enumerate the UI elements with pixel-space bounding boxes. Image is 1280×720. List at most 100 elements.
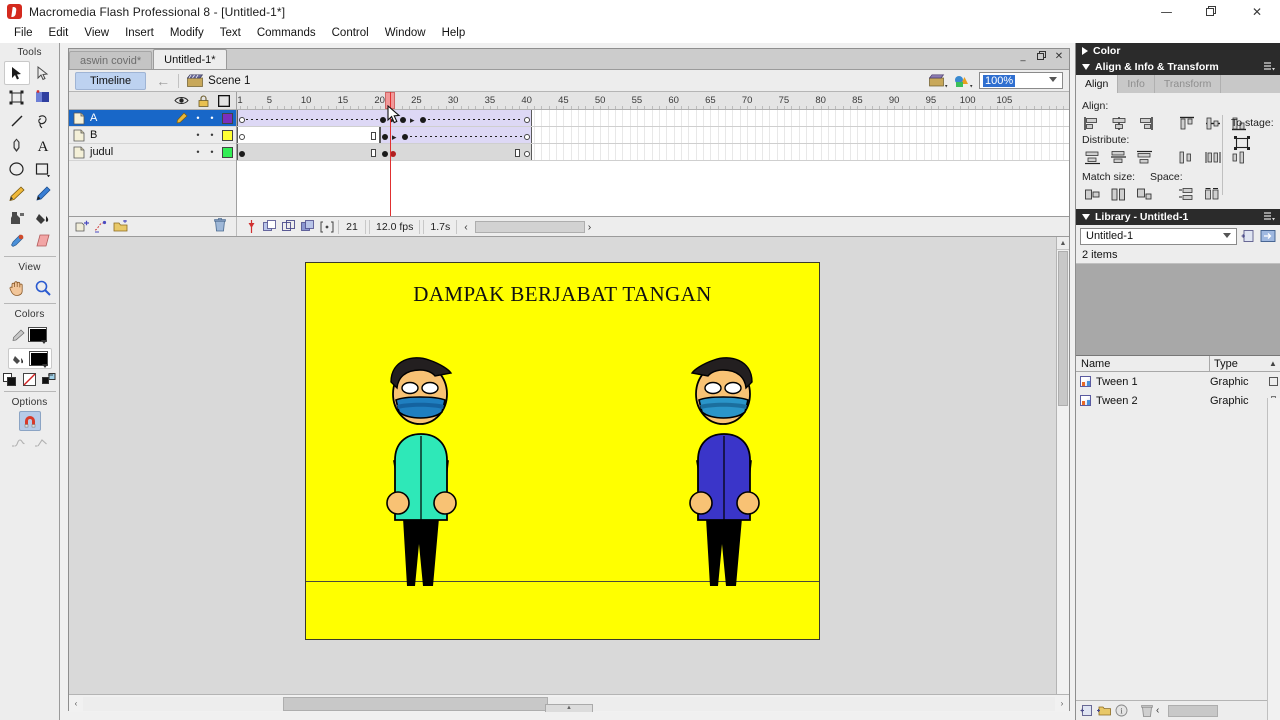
frame-cell[interactable] bbox=[967, 127, 969, 143]
frame-cell[interactable] bbox=[850, 110, 852, 126]
frame-cell[interactable] bbox=[578, 127, 580, 143]
frame-cell[interactable] bbox=[1048, 110, 1050, 126]
fill-color-swatch[interactable] bbox=[28, 351, 48, 368]
frame-cell[interactable] bbox=[908, 144, 910, 160]
subselection-tool[interactable] bbox=[30, 61, 56, 85]
frame-cell[interactable] bbox=[1048, 144, 1050, 160]
library-bottom-scrollbar[interactable]: ‹ › bbox=[1156, 704, 1276, 717]
eye-icon[interactable] bbox=[174, 95, 189, 106]
frame-cell[interactable] bbox=[842, 127, 844, 143]
frame-cell[interactable] bbox=[548, 127, 550, 143]
frame-cell[interactable] bbox=[989, 110, 991, 126]
frame-cell[interactable] bbox=[1063, 127, 1065, 143]
frame-cell[interactable] bbox=[1055, 110, 1057, 126]
restore-button[interactable] bbox=[1189, 0, 1234, 23]
frame-cell[interactable] bbox=[614, 144, 616, 160]
frame-cell[interactable] bbox=[828, 110, 829, 126]
collapse-arrow-icon[interactable] bbox=[1082, 64, 1090, 70]
frame-cell[interactable] bbox=[894, 127, 896, 143]
frame-cell[interactable] bbox=[813, 110, 815, 126]
frame-cell[interactable] bbox=[982, 127, 984, 143]
frame-cell[interactable] bbox=[614, 127, 616, 143]
frame-cell[interactable] bbox=[828, 127, 829, 143]
frame-cell[interactable] bbox=[857, 127, 859, 143]
frame-cell[interactable] bbox=[717, 110, 719, 126]
to-stage-toggle[interactable] bbox=[1231, 134, 1253, 152]
keyframe-judul-20[interactable] bbox=[382, 151, 388, 157]
straighten-icon[interactable] bbox=[34, 437, 49, 449]
black-and-white-icon[interactable] bbox=[3, 373, 17, 386]
library-column-type[interactable]: Type bbox=[1210, 356, 1266, 371]
frame-cell[interactable] bbox=[563, 144, 565, 160]
stage-scroll-right-arrow[interactable]: › bbox=[1055, 699, 1069, 708]
frame-cell[interactable] bbox=[1026, 127, 1028, 143]
frame-cell[interactable] bbox=[622, 144, 624, 160]
frame-cell[interactable] bbox=[989, 127, 991, 143]
frame-cell[interactable] bbox=[886, 127, 888, 143]
frame-cell[interactable] bbox=[916, 110, 918, 126]
frame-cell[interactable] bbox=[681, 144, 682, 160]
frame-cell[interactable] bbox=[820, 144, 822, 160]
frame-cell[interactable] bbox=[842, 144, 844, 160]
frame-cell[interactable] bbox=[563, 127, 565, 143]
menu-control[interactable]: Control bbox=[324, 25, 377, 41]
keyframe-judul-1[interactable] bbox=[239, 151, 245, 157]
stage-vertical-scrollbar[interactable]: ▲ bbox=[1056, 237, 1069, 712]
static-span-b[interactable] bbox=[237, 127, 380, 143]
scene-indicator[interactable]: Scene 1 bbox=[187, 74, 250, 87]
frame-cell[interactable] bbox=[901, 127, 903, 143]
frame-cell[interactable] bbox=[747, 127, 749, 143]
frame-cell[interactable] bbox=[820, 127, 822, 143]
frame-cell[interactable] bbox=[938, 144, 940, 160]
edit-multiple-frames-button[interactable] bbox=[300, 219, 316, 234]
frame-cell[interactable] bbox=[1019, 110, 1021, 126]
frame-cell[interactable] bbox=[879, 110, 881, 126]
minimize-button[interactable]: — bbox=[1144, 0, 1189, 23]
distribute-top-edge-button[interactable] bbox=[1082, 148, 1104, 166]
frame-cell[interactable] bbox=[541, 127, 543, 143]
frame-cell[interactable] bbox=[1011, 110, 1013, 126]
library-row-tween-2[interactable]: Tween 2 Graphic bbox=[1076, 391, 1280, 410]
frame-cell[interactable] bbox=[960, 127, 962, 143]
frame-cell[interactable] bbox=[894, 144, 896, 160]
frame-cell[interactable] bbox=[673, 127, 675, 143]
frame-cell[interactable] bbox=[688, 127, 690, 143]
match-width-and-height-button[interactable] bbox=[1134, 185, 1156, 203]
back-arrow-icon[interactable]: ← bbox=[156, 73, 170, 89]
frame-cell[interactable] bbox=[960, 144, 962, 160]
align-left-edge-button[interactable] bbox=[1082, 114, 1104, 132]
frame-cell[interactable] bbox=[1033, 110, 1035, 126]
panel-collapse-tab[interactable]: ▲ bbox=[545, 704, 593, 712]
frame-cell[interactable] bbox=[835, 144, 837, 160]
library-document-select[interactable]: Untitled-1 bbox=[1080, 227, 1237, 245]
collapse-arrow-icon[interactable] bbox=[1082, 214, 1090, 220]
menu-view[interactable]: View bbox=[76, 25, 117, 41]
timeline-scroll-right-arrow[interactable]: › bbox=[588, 221, 592, 233]
frame-cell[interactable] bbox=[754, 127, 756, 143]
frame-cell[interactable] bbox=[717, 127, 719, 143]
lasso-tool[interactable] bbox=[30, 109, 56, 133]
frame-cell[interactable] bbox=[548, 144, 550, 160]
document-tab-untitled-1[interactable]: Untitled-1* bbox=[153, 49, 227, 69]
frame-cell[interactable] bbox=[658, 127, 660, 143]
frame-cell[interactable] bbox=[1055, 127, 1057, 143]
frame-cell[interactable] bbox=[1019, 127, 1021, 143]
frame-cell[interactable] bbox=[791, 144, 793, 160]
frame-cell[interactable] bbox=[1011, 127, 1013, 143]
edit-symbols-icon[interactable] bbox=[954, 73, 973, 89]
frame-cell[interactable] bbox=[967, 110, 969, 126]
frame-cell[interactable] bbox=[666, 110, 668, 126]
chevron-down-icon[interactable] bbox=[1049, 77, 1057, 82]
frame-cell[interactable] bbox=[857, 110, 859, 126]
color-panel-header[interactable]: Color bbox=[1076, 43, 1280, 59]
frame-cell[interactable] bbox=[695, 127, 697, 143]
frame-rate-indicator[interactable]: 12.0 fps bbox=[369, 219, 421, 234]
frame-cell[interactable] bbox=[585, 144, 587, 160]
frame-cell[interactable] bbox=[1004, 144, 1006, 160]
frame-cell[interactable] bbox=[828, 144, 829, 160]
menu-modify[interactable]: Modify bbox=[162, 25, 212, 41]
frame-cell[interactable] bbox=[651, 110, 653, 126]
frame-cell[interactable] bbox=[783, 127, 785, 143]
frame-cell[interactable] bbox=[761, 144, 763, 160]
figure-right[interactable] bbox=[664, 348, 779, 586]
